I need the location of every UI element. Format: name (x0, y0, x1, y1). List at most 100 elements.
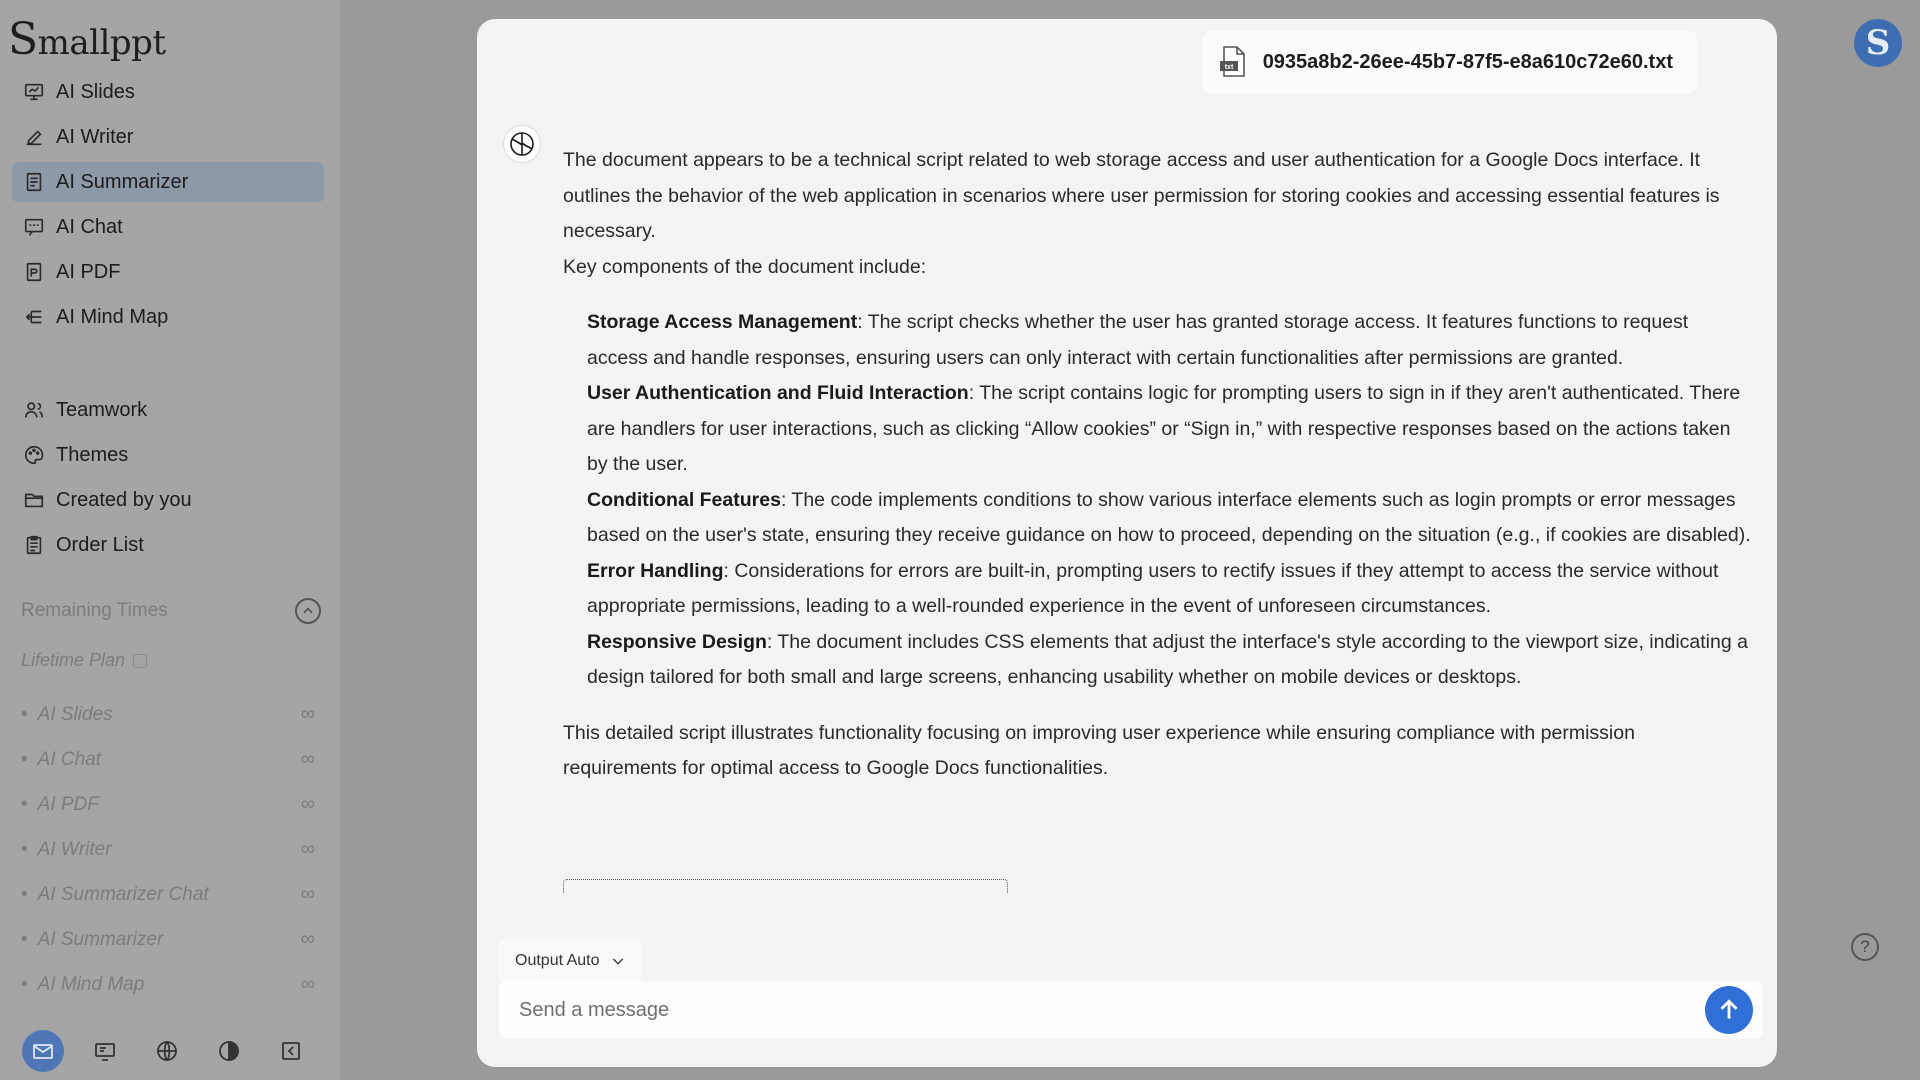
primary-nav: AI Slides AI Writer AI Summarizer AI Cha… (12, 72, 324, 342)
logo-text: mallppt (37, 23, 166, 63)
component-title: Responsive Design (587, 630, 767, 653)
chevron-up-icon[interactable] (295, 598, 321, 624)
quota-label: AI Summarizer Chat (21, 884, 209, 906)
sidebar-item-ai-mind-map[interactable]: AI Mind Map (12, 297, 324, 337)
assistant-message: The document appears to be a technical s… (563, 143, 1753, 787)
quota-row: AI Summarizer ∞ (21, 917, 315, 962)
quota-label: AI Summarizer (21, 929, 164, 951)
sidebar-item-label: Teamwork (56, 398, 148, 421)
svg-text:txt: txt (1224, 64, 1233, 71)
collapse-sidebar-icon[interactable] (270, 1030, 312, 1072)
file-name: 0935a8b2-26ee-45b7-87f5-e8a610c72e60.txt (1262, 50, 1673, 73)
sidebar-item-ai-chat[interactable]: AI Chat (12, 207, 324, 247)
assistant-avatar-icon (503, 125, 541, 163)
quota-value: ∞ (300, 793, 315, 815)
file-attachment[interactable]: txt 0935a8b2-26ee-45b7-87f5-e8a610c72e60… (1202, 31, 1697, 93)
quota-label: AI PDF (21, 794, 99, 816)
sidebar-footer (22, 1030, 312, 1072)
sidebar-item-label: AI Mind Map (56, 305, 169, 328)
mail-icon[interactable] (22, 1030, 64, 1072)
list-item: Storage Access Management: The script ch… (587, 305, 1753, 376)
sidebar-item-label: AI Chat (56, 215, 123, 238)
message-input[interactable] (499, 998, 1705, 1022)
sidebar-item-label: Themes (56, 443, 129, 466)
document-icon (22, 170, 46, 194)
components-list: Storage Access Management: The script ch… (563, 305, 1753, 696)
component-title: Conditional Features (587, 488, 781, 511)
chat-icon (22, 215, 46, 239)
arrow-up-icon (1720, 999, 1738, 1019)
list-item: User Authentication and Fluid Interactio… (587, 376, 1753, 483)
app-logo[interactable]: Smallppt (8, 14, 166, 65)
message-composer (499, 981, 1763, 1039)
sidebar-item-order-list[interactable]: Order List (12, 525, 324, 565)
quota-label: AI Chat (21, 749, 101, 771)
quota-value: ∞ (300, 928, 315, 950)
remaining-times-title: Remaining Times (21, 600, 168, 621)
send-button[interactable] (1705, 986, 1753, 1034)
sidebar-item-label: AI PDF (56, 260, 121, 283)
quota-list: AI Slides ∞ AI Chat ∞ AI PDF ∞ AI Writer ∞ A… (21, 692, 315, 1007)
component-title: Storage Access Management (587, 311, 858, 333)
quota-label: AI Mind Map (21, 974, 145, 996)
sidebar-item-created-by-you[interactable]: Created by you (12, 480, 324, 520)
presentation-icon (22, 80, 46, 104)
team-icon (22, 398, 46, 422)
component-title: User Authentication and Fluid Interactio… (587, 382, 969, 404)
message-conclusion: This detailed script illustrates functio… (563, 721, 1635, 780)
quota-row: AI Mind Map ∞ (21, 962, 315, 1007)
plan-name: Lifetime Plan (21, 650, 126, 670)
quota-value: ∞ (300, 703, 315, 725)
logo-initial: S (8, 14, 38, 65)
quota-row: AI Chat ∞ (21, 737, 315, 782)
output-mode-select[interactable]: Output Auto (499, 939, 642, 983)
sidebar-item-ai-slides[interactable]: AI Slides (12, 72, 324, 112)
quota-value: ∞ (300, 838, 315, 860)
contrast-icon[interactable] (208, 1030, 250, 1072)
sidebar-item-label: Order List (56, 533, 144, 556)
globe-icon[interactable] (146, 1030, 188, 1072)
folder-icon (22, 488, 46, 512)
sidebar-item-ai-pdf[interactable]: AI PDF (12, 252, 324, 292)
slides-preview-icon[interactable] (84, 1030, 126, 1072)
list-item: Conditional Features: The code implement… (587, 483, 1753, 554)
quota-row: AI Summarizer Chat ∞ (21, 872, 315, 917)
clipboard-icon (22, 533, 46, 557)
sidebar-item-label: AI Slides (56, 80, 135, 103)
plan-label: Lifetime Plan (21, 650, 148, 671)
txt-file-icon: txt (1219, 46, 1245, 77)
help-icon[interactable]: ? (1851, 933, 1879, 961)
summarizer-panel: txt 0935a8b2-26ee-45b7-87f5-e8a610c72e60… (477, 19, 1777, 1067)
quota-row: AI Slides ∞ (21, 692, 315, 737)
sidebar-item-themes[interactable]: Themes (12, 435, 324, 475)
pen-icon (22, 125, 46, 149)
quota-value: ∞ (300, 883, 315, 905)
quota-value: ∞ (300, 973, 315, 995)
sidebar: Smallppt AI Slides AI Writer AI Summariz… (0, 0, 340, 1080)
quota-label: AI Slides (21, 704, 113, 726)
list-item: Error Handling: Considerations for error… (587, 554, 1753, 625)
sidebar-item-label: Created by you (56, 488, 192, 511)
output-mode-label: Output Auto (515, 952, 600, 969)
info-icon[interactable] (133, 653, 148, 668)
user-avatar[interactable]: S (1854, 19, 1902, 67)
quota-label: AI Writer (21, 839, 112, 861)
component-text: : Considerations for errors are built-in… (587, 559, 1719, 618)
quota-value: ∞ (300, 748, 315, 770)
palette-icon (22, 443, 46, 467)
message-intro: The document appears to be a technical s… (563, 149, 1720, 242)
pdf-icon (22, 260, 46, 284)
secondary-nav: Teamwork Themes Created by you Order Lis… (12, 390, 324, 570)
chevron-down-icon (612, 958, 623, 965)
sidebar-item-ai-writer[interactable]: AI Writer (12, 117, 324, 157)
sidebar-item-label: AI Writer (56, 125, 134, 148)
sidebar-item-teamwork[interactable]: Teamwork (12, 390, 324, 430)
message-components-heading: Key components of the document include: (563, 255, 927, 278)
component-title: Error Handling (587, 559, 724, 582)
list-item: Responsive Design: The document includes… (587, 625, 1753, 696)
sidebar-item-label: AI Summarizer (56, 170, 189, 193)
quota-row: AI Writer ∞ (21, 827, 315, 872)
quota-row: AI PDF ∞ (21, 782, 315, 827)
remaining-times-header: Remaining Times (21, 598, 321, 624)
sidebar-item-ai-summarizer[interactable]: AI Summarizer (12, 162, 324, 202)
